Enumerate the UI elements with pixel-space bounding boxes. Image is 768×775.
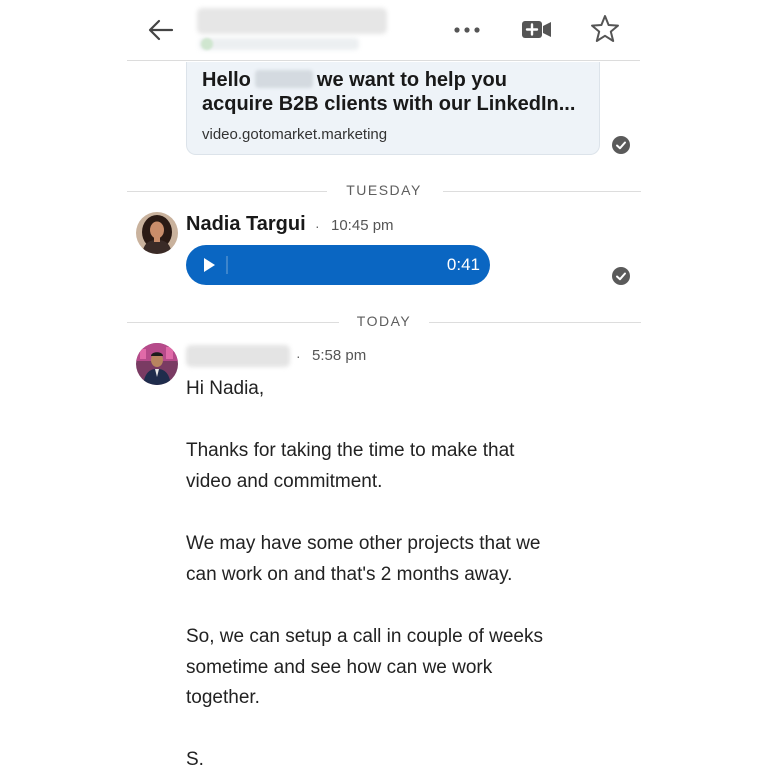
link-title-greeting: Hello xyxy=(202,69,251,91)
voice-message-player[interactable]: 0:41 xyxy=(186,245,490,285)
date-divider-today: TODAY xyxy=(127,312,641,332)
seen-check-icon xyxy=(612,267,630,285)
conversation-screen: Hello we want to help you acquire B2B cli… xyxy=(0,0,768,770)
message-timestamp: 10:45 pm xyxy=(331,217,394,234)
ellipsis-icon[interactable] xyxy=(449,14,485,44)
link-preview-card[interactable]: Hello we want to help you acquire B2B cli… xyxy=(186,62,600,155)
contact-name-redacted[interactable] xyxy=(197,8,387,34)
date-divider-label: TUESDAY xyxy=(346,182,422,198)
play-icon[interactable] xyxy=(200,256,218,274)
video-add-icon[interactable] xyxy=(521,14,553,44)
message-timestamp: 5:58 pm xyxy=(312,347,367,364)
separator-dot: · xyxy=(315,218,320,234)
message-line: can work on and that's 2 months away. xyxy=(186,564,513,585)
conversation-header xyxy=(127,0,640,61)
playback-track[interactable] xyxy=(226,256,228,274)
contact-status-redacted xyxy=(199,38,359,50)
message-line: together. xyxy=(186,687,260,708)
sender-name[interactable]: Nadia Targui xyxy=(186,213,306,236)
seen-check-icon xyxy=(612,136,630,154)
voice-duration: 0:41 xyxy=(446,255,480,274)
message-line: So, we can setup a call in couple of wee… xyxy=(186,626,543,647)
avatar[interactable] xyxy=(136,343,178,385)
online-status-icon xyxy=(201,38,213,50)
link-title-line2: acquire B2B clients with our LinkedIn... xyxy=(202,93,576,115)
link-preview-title: Hello we want to help you acquire B2B cli… xyxy=(202,68,592,116)
message-line: We may have some other projects that we xyxy=(186,533,541,554)
message-line: S. xyxy=(186,749,204,770)
star-outline-icon[interactable] xyxy=(589,13,621,45)
message-line: Thanks for taking the time to make that xyxy=(186,440,515,461)
message-line: sometime and see how can we work xyxy=(186,657,493,678)
link-title-rest: we want to help you xyxy=(316,69,507,91)
sender-name-redacted[interactable] xyxy=(186,345,290,367)
separator-dot: · xyxy=(296,348,301,364)
link-preview-url: video.gotomarket.marketing xyxy=(202,126,388,143)
message-line: video and commitment. xyxy=(186,471,383,492)
avatar[interactable] xyxy=(136,212,178,254)
recipient-name-redacted xyxy=(254,70,313,88)
date-divider-tuesday: TUESDAY xyxy=(127,181,641,201)
arrow-left-icon[interactable] xyxy=(145,15,177,45)
date-divider-label: TODAY xyxy=(356,313,412,329)
message-line: Hi Nadia, xyxy=(186,378,265,399)
